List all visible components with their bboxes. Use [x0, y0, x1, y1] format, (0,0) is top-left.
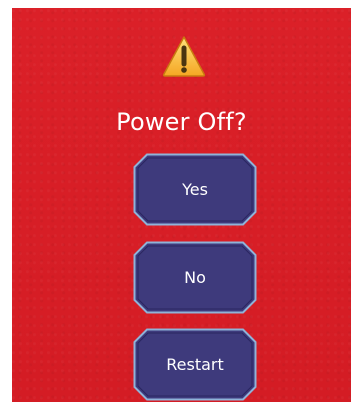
restart-button[interactable]: Restart	[133, 328, 257, 401]
no-button-label: No	[184, 268, 206, 287]
yes-button[interactable]: Yes	[133, 153, 257, 226]
dialog-title: Power Off?	[116, 108, 247, 136]
restart-button-label: Restart	[166, 355, 224, 374]
yes-button-label: Yes	[182, 180, 208, 199]
no-button[interactable]: No	[133, 241, 257, 314]
warning-icon	[161, 34, 207, 78]
power-off-dialog: Power Off? Yes No Restart	[12, 8, 351, 402]
